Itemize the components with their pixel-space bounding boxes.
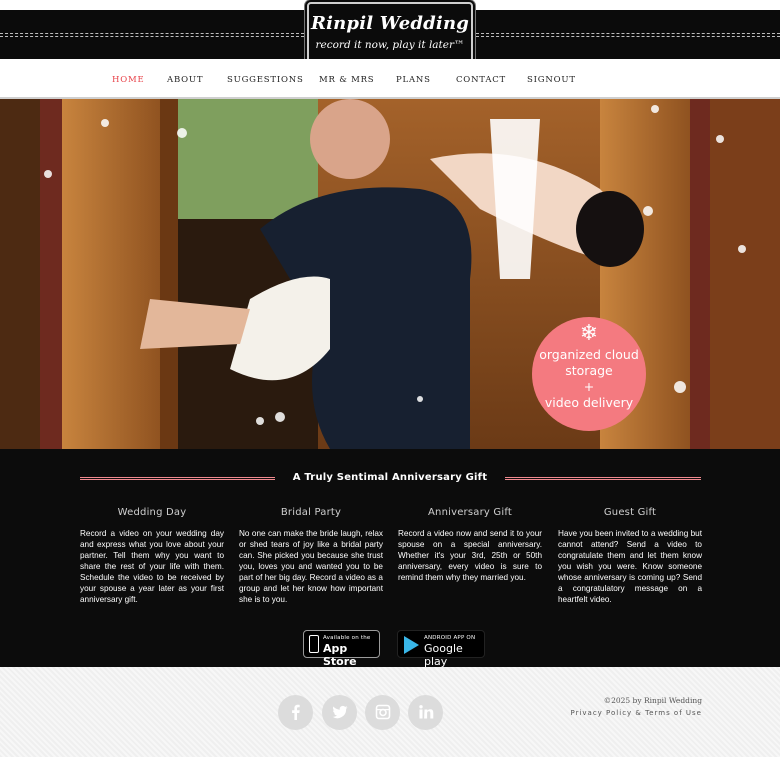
badge-line-4: video delivery (544, 395, 634, 410)
feature-column: Bridal Party No one can make the bride l… (239, 507, 383, 605)
nav-contact[interactable]: CONTACT (456, 75, 506, 85)
google-play-button[interactable]: ANDROID APP ON Google play (397, 630, 485, 668)
twitter-icon[interactable] (322, 695, 357, 730)
app-store-small-label: Available on the (323, 635, 371, 641)
feature-text: Have you been invited to a wedding but c… (558, 529, 702, 604)
feature-badge: ❄ organized cloud storage + video delive… (532, 317, 646, 431)
features-section: A Truly Sentimal Anniversary Gift Weddin… (0, 449, 780, 668)
section-headline: A Truly Sentimal Anniversary Gift (292, 472, 488, 483)
copyright-text: ©2025 by Rinpil Wedding (603, 696, 702, 705)
privacy-terms-link[interactable]: Privacy Policy & Terms of Use (570, 707, 702, 719)
footer-copyright-block: ©2025 by Rinpil Wedding Privacy Policy &… (570, 695, 702, 719)
nav-plans[interactable]: PLANS (396, 75, 431, 85)
hero-image: ❄ organized cloud storage + video delive… (0, 99, 780, 449)
headline-rule-left (80, 477, 275, 480)
linkedin-icon[interactable] (408, 695, 443, 730)
nav-about[interactable]: ABOUT (167, 75, 203, 85)
feature-title: Guest Gift (603, 507, 657, 518)
app-store-label: App Store (323, 642, 357, 668)
google-play-label: Google play (424, 642, 463, 668)
feature-title: Wedding Day (117, 507, 187, 518)
snowflake-icon: ❄ (579, 321, 599, 346)
logo-name: Rinpil Wedding (310, 13, 470, 34)
feature-column: Wedding Day Record a video on your weddi… (80, 507, 224, 605)
badge-line-2: storage (565, 363, 613, 378)
feature-text: Record a video now and send it to your s… (398, 529, 542, 582)
footer: ©2025 by Rinpil Wedding Privacy Policy &… (0, 667, 780, 757)
feature-text: No one can make the bride laugh, relax o… (239, 529, 383, 604)
play-icon (404, 636, 419, 654)
phone-icon (309, 635, 319, 653)
instagram-icon[interactable] (365, 695, 400, 730)
feature-title: Bridal Party (280, 507, 342, 518)
nav-suggestions[interactable]: SUGGESTIONS (227, 75, 304, 85)
nav-signout[interactable]: SIGNOUT (527, 75, 576, 85)
google-play-small-label: ANDROID APP ON (424, 635, 476, 641)
logo-tagline: record it now, play it later™ (315, 39, 465, 51)
headline-rule-right (505, 477, 701, 480)
header-stitch-left (0, 33, 304, 37)
badge-line-1: organized cloud (539, 347, 639, 362)
header-stitch-right (476, 33, 780, 37)
feature-title: Anniversary Gift (427, 507, 512, 518)
header-banner: Rinpil Wedding record it now, play it la… (0, 0, 780, 68)
nav-home[interactable]: HOME (112, 75, 145, 85)
nav-mr-mrs[interactable]: MR & MRS (319, 75, 374, 85)
facebook-icon[interactable] (278, 695, 313, 730)
feature-text: Record a video on your wedding day and e… (80, 529, 224, 604)
badge-line-3: + (583, 379, 595, 394)
feature-column: Guest Gift Have you been invited to a we… (558, 507, 702, 605)
main-nav: HOME ABOUT SUGGESTIONS MR & MRS PLANS CO… (0, 59, 780, 99)
hero-photo-illustration (0, 99, 780, 449)
feature-column: Anniversary Gift Record a video now and … (398, 507, 542, 583)
app-store-button[interactable]: Available on the App Store (303, 630, 380, 668)
